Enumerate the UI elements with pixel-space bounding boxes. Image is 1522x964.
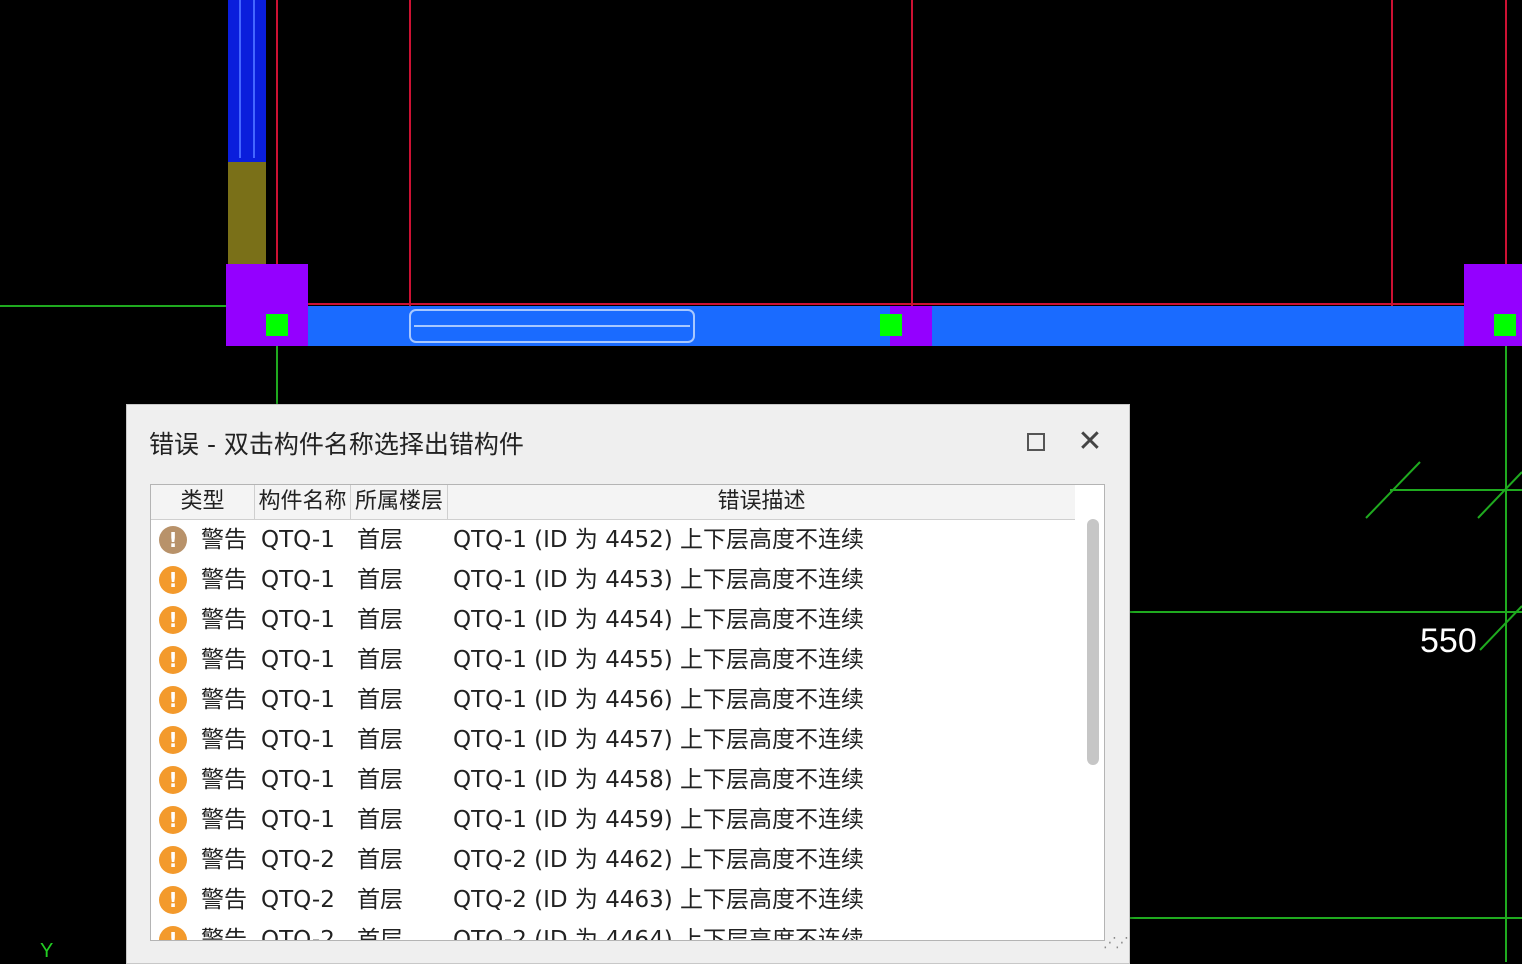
- table-row[interactable]: ! 警告 QTQ-1 首层 QTQ-1 (ID 为 4456) 上下层高度不连续: [151, 680, 1081, 720]
- table-row[interactable]: ! 警告 QTQ-2 首层 QTQ-2 (ID 为 4463) 上下层高度不连续: [151, 880, 1081, 920]
- cell-floor: 首层: [357, 647, 403, 673]
- cell-name[interactable]: QTQ-1: [261, 640, 335, 680]
- scroll-thumb[interactable]: [1087, 519, 1099, 765]
- table-row[interactable]: ! 警告 QTQ-1 首层 QTQ-1 (ID 为 4455) 上下层高度不连续: [151, 640, 1081, 680]
- table-row[interactable]: ! 警告 QTQ-2 首层 QTQ-2 (ID 为 4464) 上下层高度不连续: [151, 920, 1081, 941]
- table-row[interactable]: ! 警告 QTQ-2 首层 QTQ-2 (ID 为 4462) 上下层高度不连续: [151, 840, 1081, 880]
- table-row[interactable]: ! 警告 QTQ-1 首层 QTQ-1 (ID 为 4454) 上下层高度不连续: [151, 600, 1081, 640]
- cell-desc: QTQ-2 (ID 为 4462) 上下层高度不连续: [453, 847, 865, 873]
- cell-floor: 首层: [357, 567, 403, 593]
- cell-floor: 首层: [357, 807, 403, 833]
- warning-icon: !: [159, 846, 187, 874]
- cell-type: 警告: [201, 807, 247, 833]
- cell-name[interactable]: QTQ-2: [261, 920, 335, 940]
- cell-desc: QTQ-2 (ID 为 4463) 上下层高度不连续: [453, 887, 865, 913]
- maximize-icon: [1027, 433, 1045, 451]
- cell-type: 警告: [201, 687, 247, 713]
- cell-desc: QTQ-1 (ID 为 4456) 上下层高度不连续: [453, 687, 865, 713]
- warning-icon: !: [159, 766, 187, 794]
- warning-icon: !: [159, 606, 187, 634]
- cell-floor: 首层: [357, 607, 403, 633]
- cell-type: 警告: [201, 567, 247, 593]
- cell-name[interactable]: QTQ-1: [261, 520, 335, 560]
- cell-floor: 首层: [357, 767, 403, 793]
- cell-desc: QTQ-2 (ID 为 4464) 上下层高度不连续: [453, 927, 865, 941]
- wall-segment-blue[interactable]: [228, 0, 266, 162]
- cell-desc: QTQ-1 (ID 为 4459) 上下层高度不连续: [453, 807, 865, 833]
- node-marker[interactable]: [266, 314, 288, 336]
- maximize-button[interactable]: [1019, 425, 1053, 459]
- cell-floor: 首层: [357, 927, 403, 941]
- close-button[interactable]: ✕: [1073, 425, 1107, 459]
- warning-icon: !: [159, 806, 187, 834]
- cell-desc: QTQ-1 (ID 为 4458) 上下层高度不连续: [453, 767, 865, 793]
- table-row[interactable]: ! 警告 QTQ-1 首层 QTQ-1 (ID 为 4453) 上下层高度不连续: [151, 560, 1081, 600]
- cell-type: 警告: [201, 727, 247, 753]
- cell-floor: 首层: [357, 727, 403, 753]
- axis-label: Y: [40, 940, 54, 962]
- node-marker[interactable]: [1494, 314, 1516, 336]
- error-dialog[interactable]: 错误 - 双击构件名称选择出错构件 ✕ 类型 构件名称 所属楼层 错误描述 ! 警…: [126, 404, 1130, 964]
- cell-type: 警告: [201, 527, 247, 553]
- warning-icon: !: [159, 726, 187, 754]
- vertical-scrollbar[interactable]: [1079, 519, 1103, 939]
- table-header: 类型 构件名称 所属楼层 错误描述: [151, 485, 1075, 520]
- column-header-name[interactable]: 构件名称: [255, 485, 351, 519]
- cell-name[interactable]: QTQ-1: [261, 600, 335, 640]
- cell-desc: QTQ-1 (ID 为 4454) 上下层高度不连续: [453, 607, 865, 633]
- cell-floor: 首层: [357, 887, 403, 913]
- cell-desc: QTQ-1 (ID 为 4452) 上下层高度不连续: [453, 527, 865, 553]
- cell-desc: QTQ-1 (ID 为 4453) 上下层高度不连续: [453, 567, 865, 593]
- cell-name[interactable]: QTQ-1: [261, 680, 335, 720]
- warning-icon: !: [159, 566, 187, 594]
- cell-name[interactable]: QTQ-1: [261, 760, 335, 800]
- table-row[interactable]: ! 警告 QTQ-1 首层 QTQ-1 (ID 为 4458) 上下层高度不连续: [151, 760, 1081, 800]
- close-icon: ✕: [1077, 424, 1103, 459]
- cell-type: 警告: [201, 767, 247, 793]
- cell-name[interactable]: QTQ-1: [261, 720, 335, 760]
- warning-icon: !: [159, 686, 187, 714]
- cell-type: 警告: [201, 607, 247, 633]
- warning-icon: !: [159, 526, 187, 554]
- cell-type: 警告: [201, 847, 247, 873]
- warning-icon: !: [159, 646, 187, 674]
- cell-type: 警告: [201, 927, 247, 941]
- error-table[interactable]: 类型 构件名称 所属楼层 错误描述 ! 警告 QTQ-1 首层 QTQ-1 (ID 为 …: [150, 484, 1105, 941]
- column-header-type[interactable]: 类型: [151, 485, 255, 519]
- cell-name[interactable]: QTQ-1: [261, 560, 335, 600]
- dimension-tick: [1477, 471, 1522, 519]
- table-row[interactable]: ! 警告 QTQ-1 首层 QTQ-1 (ID 为 4457) 上下层高度不连续: [151, 720, 1081, 760]
- warning-icon: !: [159, 886, 187, 914]
- node-marker[interactable]: [880, 314, 902, 336]
- cell-name[interactable]: QTQ-2: [261, 840, 335, 880]
- cell-type: 警告: [201, 887, 247, 913]
- table-row[interactable]: ! 警告 QTQ-1 首层 QTQ-1 (ID 为 4459) 上下层高度不连续: [151, 800, 1081, 840]
- warning-icon: !: [159, 926, 187, 940]
- wall-segment-olive[interactable]: [228, 162, 266, 266]
- resize-grip-icon[interactable]: ⋰⋰: [1103, 935, 1129, 957]
- column-header-desc[interactable]: 错误描述: [448, 485, 1075, 519]
- dimension-label: 550: [1420, 622, 1477, 660]
- cell-floor: 首层: [357, 687, 403, 713]
- cell-name[interactable]: QTQ-1: [261, 800, 335, 840]
- cell-name[interactable]: QTQ-2: [261, 880, 335, 920]
- cell-type: 警告: [201, 647, 247, 673]
- cell-floor: 首层: [357, 527, 403, 553]
- cell-desc: QTQ-1 (ID 为 4457) 上下层高度不连续: [453, 727, 865, 753]
- dialog-title: 错误 - 双击构件名称选择出错构件: [149, 430, 524, 459]
- cell-floor: 首层: [357, 847, 403, 873]
- column-header-floor[interactable]: 所属楼层: [351, 485, 448, 519]
- table-row[interactable]: ! 警告 QTQ-1 首层 QTQ-1 (ID 为 4452) 上下层高度不连续: [151, 520, 1081, 560]
- cell-desc: QTQ-1 (ID 为 4455) 上下层高度不连续: [453, 647, 865, 673]
